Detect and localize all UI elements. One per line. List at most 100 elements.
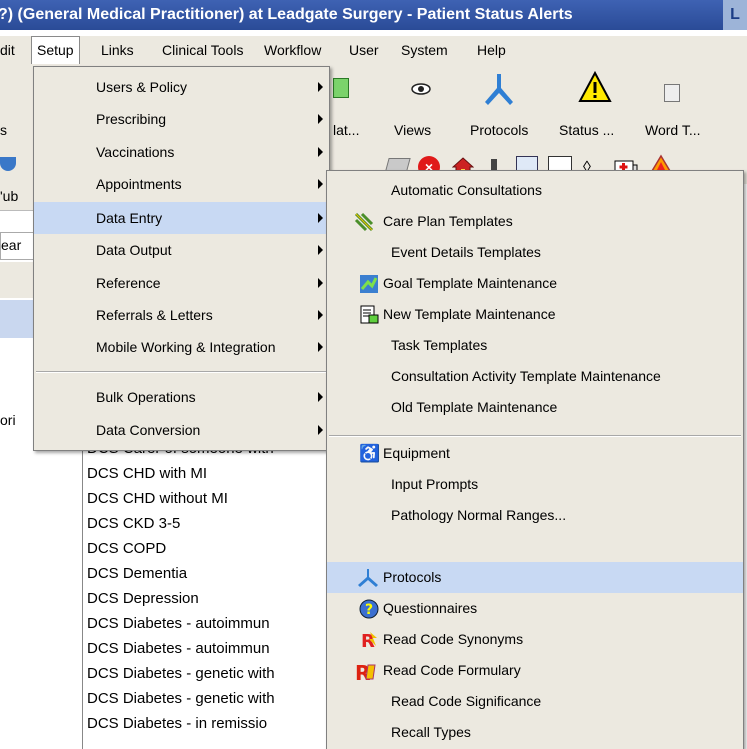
list-item[interactable]: DCS COPD [83,536,333,561]
menu-item-data-entry[interactable]: Data Entry [34,202,329,234]
list-item[interactable]: DCS CKD 3-5 [83,511,333,536]
window-title: ?) (General Medical Practitioner) at Lea… [0,6,573,23]
toolbar-label-word-templates[interactable]: Word T... [645,122,701,138]
left-panel-selected-row[interactable] [0,300,36,338]
menu-help[interactable]: Help [477,36,506,64]
list-item[interactable]: DCS Diabetes - in remissio [83,711,333,736]
warning-icon[interactable] [578,70,612,104]
submenu-item-read-code-formulary[interactable]: R Read Code Formulary [327,655,743,686]
toolbar-label-protocols[interactable]: Protocols [470,122,528,138]
menu-item-reference[interactable]: Reference [34,267,329,299]
submenu-arrow-icon [318,310,323,320]
submenu-item-recall-types[interactable]: Recall Types [327,717,743,748]
submenu-item-read-code-synonyms[interactable]: R Read Code Synonyms [327,624,743,655]
menu-bar: dit Setup Links Clinical Tools Workflow … [0,36,747,65]
toolbar-label-left: s [0,122,7,138]
menu-item-referrals-letters[interactable]: Referrals & Letters [34,299,329,331]
submenu-item-label: Read Code Synonyms [383,631,524,647]
submenu-item-goal-template-maintenance[interactable]: Goal Template Maintenance [327,268,743,299]
template-icon[interactable] [333,78,349,98]
menu-clinical-tools[interactable]: Clinical Tools [162,36,243,64]
submenu-item-automatic-consultations[interactable]: Automatic Consultations [327,175,743,206]
submenu-item-questionnaires[interactable]: ? Questionnaires [327,593,743,624]
submenu-item-task-templates[interactable]: Task Templates [327,330,743,361]
submenu-item-label: Old Template Maintenance [391,399,558,415]
menu-item-appointments[interactable]: Appointments [34,168,329,200]
submenu-arrow-icon [318,82,323,92]
list-item[interactable]: DCS Diabetes - genetic with [83,686,333,711]
wheelchair-icon: ♿ [359,444,381,463]
submenu-arrow-icon [318,342,323,352]
submenu-item-old-template-maintenance[interactable]: Old Template Maintenance [327,392,743,423]
word-template-icon[interactable] [664,84,680,102]
new-template-icon [359,305,379,325]
toolbar-label-views[interactable]: Views [394,122,431,138]
menu-item-label: Referrals & Letters [96,307,213,323]
submenu-arrow-icon [318,425,323,435]
submenu-item-label: Read Code Formulary [383,662,521,678]
submenu-item-consultation-activity-template-maintenance[interactable]: Consultation Activity Template Maintenan… [327,361,743,392]
submenu-arrow-icon [318,114,323,124]
submenu-item-input-prompts[interactable]: Input Prompts [327,469,743,500]
protocol-list: DCS Carer of someone with DCS CHD with M… [82,436,333,749]
submenu-item-equipment[interactable]: ♿ Equipment [327,438,743,469]
list-item[interactable]: DCS Dementia [83,561,333,586]
submenu-item-protocols[interactable]: Protocols [327,562,743,593]
submenu-item-label: Goal Template Maintenance [383,275,558,291]
list-item[interactable]: DCS CHD with MI [83,461,333,486]
list-item[interactable]: DCS CHD without MI [83,486,333,511]
read-code-formulary-icon: R [355,661,376,685]
menu-item-label: Users & Policy [96,79,188,95]
left-panel-tab[interactable]: 'ub [0,184,36,211]
menu-item-label: Data Output [96,242,172,258]
menu-item-data-conversion[interactable]: Data Conversion [34,414,329,446]
care-plan-icon [354,212,374,232]
menu-edit[interactable]: dit [0,36,15,64]
menu-item-mobile-working[interactable]: Mobile Working & Integration [34,331,329,363]
menu-item-label: Bulk Operations [96,389,196,405]
left-panel-search-text: ear [1,237,22,253]
left-panel-tab-label: 'ub [0,188,19,204]
submenu-item-read-code-significance[interactable]: Read Code Significance [327,686,743,717]
list-item[interactable]: DCS Diabetes - autoimmun [83,611,333,636]
protocols-icon[interactable] [483,72,515,108]
submenu-item-label: Event Details Templates [391,244,541,260]
submenu-item-care-plan-templates[interactable]: Care Plan Templates [327,206,743,237]
menu-item-data-output[interactable]: Data Output [34,234,329,266]
menu-setup[interactable]: Setup [31,36,80,64]
submenu-arrow-icon [318,245,323,255]
left-panel-label: ori [0,412,16,428]
menu-item-prescribing[interactable]: Prescribing [34,103,329,135]
toolbar-label-status[interactable]: Status ... [559,122,614,138]
menu-item-label: Prescribing [96,111,167,127]
submenu-item-label: Protocols [383,569,442,585]
list-item[interactable]: DCS Diabetes - genetic with [83,661,333,686]
menu-links[interactable]: Links [101,36,134,64]
submenu-item-label: New Template Maintenance [383,306,556,322]
submenu-item-label: Equipment [383,445,450,461]
submenu-arrow-icon [318,278,323,288]
submenu-item-new-template-maintenance[interactable]: New Template Maintenance [327,299,743,330]
submenu-item-label: Task Templates [391,337,488,353]
submenu-item-label: Care Plan Templates [383,213,513,229]
menu-separator [36,371,327,373]
toolbar-label-templates[interactable]: lat... [333,122,359,138]
list-item[interactable]: DCS Diabetes - autoimmun [83,636,333,661]
left-panel-search-field[interactable]: ear [0,232,36,260]
eye-icon[interactable] [407,82,435,96]
menu-system[interactable]: System [401,36,448,64]
submenu-item-label: Input Prompts [391,476,479,492]
data-entry-submenu: Automatic Consultations Care Plan Templa… [326,170,744,749]
menu-item-users-policy[interactable]: Users & Policy [34,71,329,103]
menu-item-vaccinations[interactable]: Vaccinations [34,136,329,168]
submenu-item-pathology-normal-ranges[interactable]: Pathology Normal Ranges... [327,500,743,531]
title-corner-button[interactable]: L [723,0,747,30]
submenu-item-label: Read Code Significance [391,693,542,709]
submenu-item-event-details-templates[interactable]: Event Details Templates [327,237,743,268]
menu-workflow[interactable]: Workflow [264,36,321,64]
submenu-arrow-icon [318,392,323,402]
protocols-icon [357,568,378,588]
menu-item-bulk-operations[interactable]: Bulk Operations [34,381,329,413]
list-item[interactable]: DCS Depression [83,586,333,611]
menu-user[interactable]: User [349,36,379,64]
